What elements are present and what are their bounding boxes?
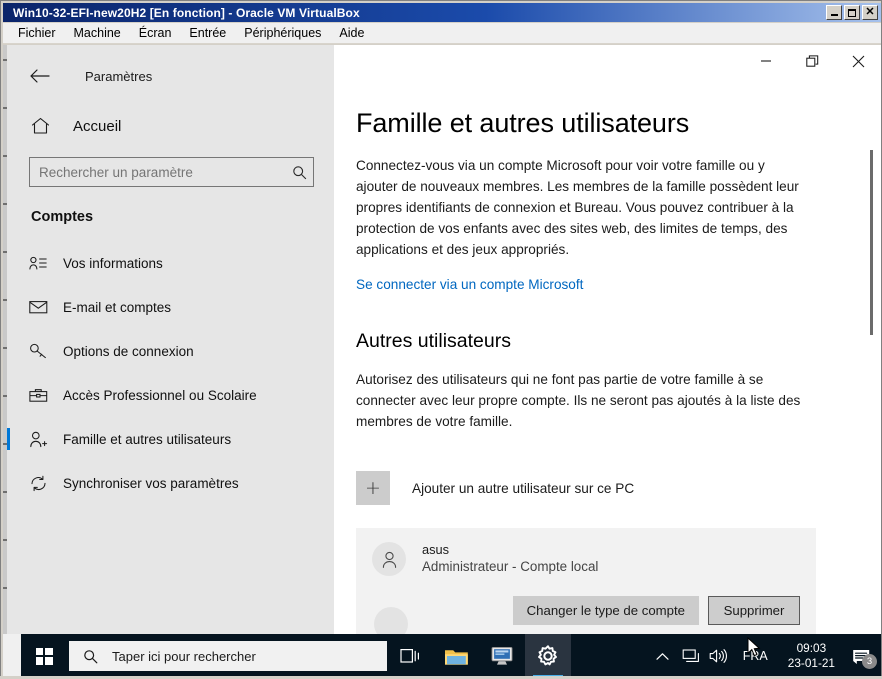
sidebar-item-vos-informations[interactable]: Vos informations [7,241,334,285]
search-icon[interactable] [292,158,307,186]
virtualbox-menubar: Fichier Machine Écran Entrée Périphériqu… [3,23,881,44]
scrollbar-thumb[interactable] [870,150,873,335]
search-wrapper [7,145,334,187]
sidebar-item-famille-et-autres-utilisateurs[interactable]: Famille et autres utilisateurs [7,417,334,461]
search-box[interactable] [29,157,314,187]
sidebar-item-label: Options de connexion [63,344,194,359]
search-icon [83,649,98,664]
back-arrow-icon[interactable] [25,61,55,91]
back-label: Paramètres [85,69,152,84]
person-details-icon [29,256,55,270]
minimize-icon[interactable] [826,5,842,20]
notification-badge: 3 [862,654,877,669]
taskbar: Taper ici pour rechercher [21,634,881,678]
screen: Win10-32-EFI-new20H2 [En fonction] - Ora… [0,0,882,679]
next-account-avatar [374,607,408,635]
action-center-icon[interactable]: 3 [845,634,879,678]
virtualbox-window-controls: ✕ [826,5,878,20]
taskbar-search-placeholder: Taper ici pour rechercher [112,649,256,664]
home-icon [25,117,55,135]
start-button[interactable] [21,634,67,678]
sync-icon [29,475,55,492]
intro-paragraph: Connectez-vous via un compte Microsoft p… [356,155,808,260]
sidebar-item-synchroniser-vos-parametres[interactable]: Synchroniser vos paramètres [7,461,334,505]
sidebar-item-label: Accès Professionnel ou Scolaire [63,388,257,403]
account-text: asus Administrateur - Compte local [422,542,598,574]
language-indicator[interactable]: FRA [733,649,778,663]
home-label: Accueil [73,118,121,135]
account-actions: Changer le type de compte Supprimer [372,596,800,625]
menu-entree[interactable]: Entrée [180,24,235,42]
settings-window: Paramètres Accueil [7,45,881,635]
close-icon[interactable]: ✕ [862,5,878,20]
signin-microsoft-link[interactable]: Se connecter via un compte Microsoft [356,277,583,292]
sidebar-item-options-de-connexion[interactable]: Options de connexion [7,329,334,373]
restore-icon[interactable] [789,45,835,77]
other-users-paragraph: Autorisez des utilisateurs qui ne font p… [356,369,808,432]
volume-icon[interactable] [705,634,733,678]
sidebar-item-label: Vos informations [63,256,163,271]
page-title: Famille et autres utilisateurs [356,108,851,139]
network-icon[interactable] [677,634,705,678]
task-view-icon[interactable] [387,634,433,678]
sidebar-item-email-et-comptes[interactable]: E-mail et comptes [7,285,334,329]
remove-account-button[interactable]: Supprimer [708,596,800,625]
guest-bottom-left-strip [3,634,21,678]
remote-desktop-icon[interactable] [479,634,525,678]
sidebar-nav: Vos informations E-mail et comptes [7,241,334,505]
key-icon [29,343,55,359]
settings-main-pane: Famille et autres utilisateurs Connectez… [334,45,881,635]
sidebar-item-label: Synchroniser vos paramètres [63,476,239,491]
system-tray: FRA 09:03 23-01-21 3 [649,634,881,678]
virtualbox-window: Win10-32-EFI-new20H2 [En fonction] - Ora… [0,0,882,679]
menu-ecran[interactable]: Écran [130,24,181,42]
change-account-type-button[interactable]: Changer le type de compte [513,596,699,625]
file-explorer-icon[interactable] [433,634,479,678]
taskbar-search-box[interactable]: Taper ici pour rechercher [69,641,387,671]
plus-icon: + [356,471,390,505]
sidebar-item-acces-professionnel[interactable]: Accès Professionnel ou Scolaire [7,373,334,417]
sidebar-item-label: E-mail et comptes [63,300,171,315]
person-add-icon [29,431,55,448]
guest-screen: Paramètres Accueil [3,45,881,678]
sidebar-item-home[interactable]: Accueil [7,107,334,145]
envelope-icon [29,300,55,314]
sidebar-section-label: Comptes [7,187,334,225]
account-name: asus [422,542,598,557]
menu-peripheriques[interactable]: Périphériques [235,24,330,42]
settings-sidebar: Paramètres Accueil [7,45,334,635]
avatar [372,542,406,576]
content-scrollbar[interactable] [870,100,873,620]
windows-logo-icon [36,648,53,665]
menu-fichier[interactable]: Fichier [9,24,65,42]
account-type: Administrateur - Compte local [422,559,598,574]
account-card[interactable]: asus Administrateur - Compte local Chang… [356,528,816,635]
account-summary: asus Administrateur - Compte local [372,542,800,576]
other-users-heading: Autres utilisateurs [356,330,851,353]
search-input[interactable] [30,158,313,186]
virtualbox-titlebar: Win10-32-EFI-new20H2 [En fonction] - Ora… [3,3,881,22]
clock[interactable]: 09:03 23-01-21 [778,641,845,671]
virtualbox-title: Win10-32-EFI-new20H2 [En fonction] - Ora… [3,6,360,20]
minimize-icon[interactable] [743,45,789,77]
add-user-button[interactable]: + Ajouter un autre utilisateur sur ce PC [356,471,851,505]
settings-window-controls [334,45,881,90]
maximize-icon[interactable] [844,5,860,20]
clock-time: 09:03 [788,641,835,656]
clock-date: 23-01-21 [788,656,835,671]
settings-content: Famille et autres utilisateurs Connectez… [334,90,881,635]
close-icon[interactable] [835,45,881,77]
back-row[interactable]: Paramètres [7,55,334,97]
menu-aide[interactable]: Aide [330,24,373,42]
selection-indicator [7,428,10,450]
chevron-up-icon[interactable] [649,634,677,678]
settings-gear-icon[interactable] [525,634,571,678]
add-user-label: Ajouter un autre utilisateur sur ce PC [412,481,634,496]
briefcase-icon [29,388,55,403]
menu-machine[interactable]: Machine [65,24,130,42]
sidebar-item-label: Famille et autres utilisateurs [63,432,231,447]
